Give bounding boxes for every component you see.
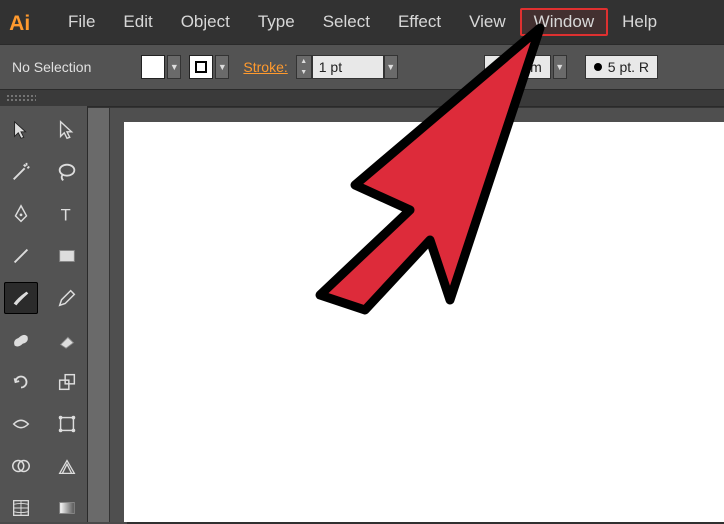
ruler-vertical[interactable] bbox=[88, 108, 110, 522]
stroke-label[interactable]: Stroke: bbox=[243, 59, 287, 75]
menu-view[interactable]: View bbox=[455, 8, 520, 36]
rotate-tool[interactable] bbox=[4, 366, 38, 398]
scale-tool[interactable] bbox=[50, 366, 84, 398]
stroke-weight-field[interactable]: 1 pt bbox=[312, 55, 384, 79]
grip-icon[interactable] bbox=[6, 94, 36, 102]
menu-file[interactable]: File bbox=[54, 8, 109, 36]
menu-type[interactable]: Type bbox=[244, 8, 309, 36]
work-area: T Untitle bbox=[0, 106, 724, 522]
fill-dropdown-icon[interactable]: ▼ bbox=[167, 55, 181, 79]
profile-dropdown[interactable]: Uniform ▼ bbox=[484, 55, 567, 79]
control-bar: No Selection ▼ ▼ Stroke: ▲▼ 1 pt ▼ Unifo… bbox=[0, 44, 724, 90]
paintbrush-tool[interactable] bbox=[4, 282, 38, 314]
panel-grip-row bbox=[0, 90, 724, 106]
free-transform-tool[interactable] bbox=[50, 408, 84, 440]
mesh-tool[interactable] bbox=[4, 492, 38, 524]
stroke-swatch[interactable] bbox=[189, 55, 213, 79]
blob-brush-tool[interactable] bbox=[4, 324, 38, 356]
artboard[interactable] bbox=[124, 122, 724, 522]
brush-value: 5 pt. R bbox=[608, 59, 649, 75]
lasso-tool[interactable] bbox=[50, 156, 84, 188]
pen-tool[interactable] bbox=[4, 198, 38, 230]
menu-select[interactable]: Select bbox=[309, 8, 384, 36]
eraser-tool[interactable] bbox=[50, 324, 84, 356]
gradient-tool[interactable] bbox=[50, 492, 84, 524]
magic-wand-tool[interactable] bbox=[4, 156, 38, 188]
brush-field[interactable]: 5 pt. R bbox=[585, 55, 658, 79]
selection-status: No Selection bbox=[6, 59, 97, 75]
menu-effect[interactable]: Effect bbox=[384, 8, 455, 36]
profile-dropdown-icon[interactable]: ▼ bbox=[553, 55, 567, 79]
canvas-region: Untitled-2* @ 150% (CMYK/Previ d-5 @ 100… bbox=[88, 106, 724, 522]
tools-panel: T bbox=[0, 106, 88, 522]
line-tool[interactable] bbox=[4, 240, 38, 272]
rectangle-tool[interactable] bbox=[50, 240, 84, 272]
brush-dropdown[interactable]: 5 pt. R bbox=[585, 55, 658, 79]
brush-bullet-icon bbox=[594, 63, 602, 71]
stroke-weight-stepper[interactable]: ▲▼ 1 pt ▼ bbox=[296, 55, 398, 79]
menu-window[interactable]: Window bbox=[520, 8, 608, 36]
stroke-swatch-group[interactable]: ▼ bbox=[189, 55, 229, 79]
svg-text:Ai: Ai bbox=[9, 12, 30, 35]
menu-bar: Ai File Edit Object Type Select Effect V… bbox=[0, 0, 724, 44]
shape-builder-tool[interactable] bbox=[4, 450, 38, 482]
app-logo-icon: Ai bbox=[8, 8, 36, 36]
perspective-grid-tool[interactable] bbox=[50, 450, 84, 482]
menu-object[interactable]: Object bbox=[167, 8, 244, 36]
width-tool[interactable] bbox=[4, 408, 38, 440]
fill-swatch-group[interactable]: ▼ bbox=[141, 55, 181, 79]
stroke-dropdown-icon[interactable]: ▼ bbox=[215, 55, 229, 79]
fill-swatch[interactable] bbox=[141, 55, 165, 79]
svg-text:T: T bbox=[60, 206, 70, 224]
stepper-arrows-icon[interactable]: ▲▼ bbox=[296, 55, 312, 79]
type-tool[interactable]: T bbox=[50, 198, 84, 230]
menu-help[interactable]: Help bbox=[608, 8, 671, 36]
menu-edit[interactable]: Edit bbox=[109, 8, 166, 36]
pencil-tool[interactable] bbox=[50, 282, 84, 314]
canvas-background[interactable] bbox=[110, 108, 724, 522]
stroke-weight-dropdown-icon[interactable]: ▼ bbox=[384, 55, 398, 79]
selection-tool[interactable] bbox=[4, 114, 38, 146]
direct-selection-tool[interactable] bbox=[50, 114, 84, 146]
profile-field[interactable]: Uniform bbox=[484, 55, 551, 79]
